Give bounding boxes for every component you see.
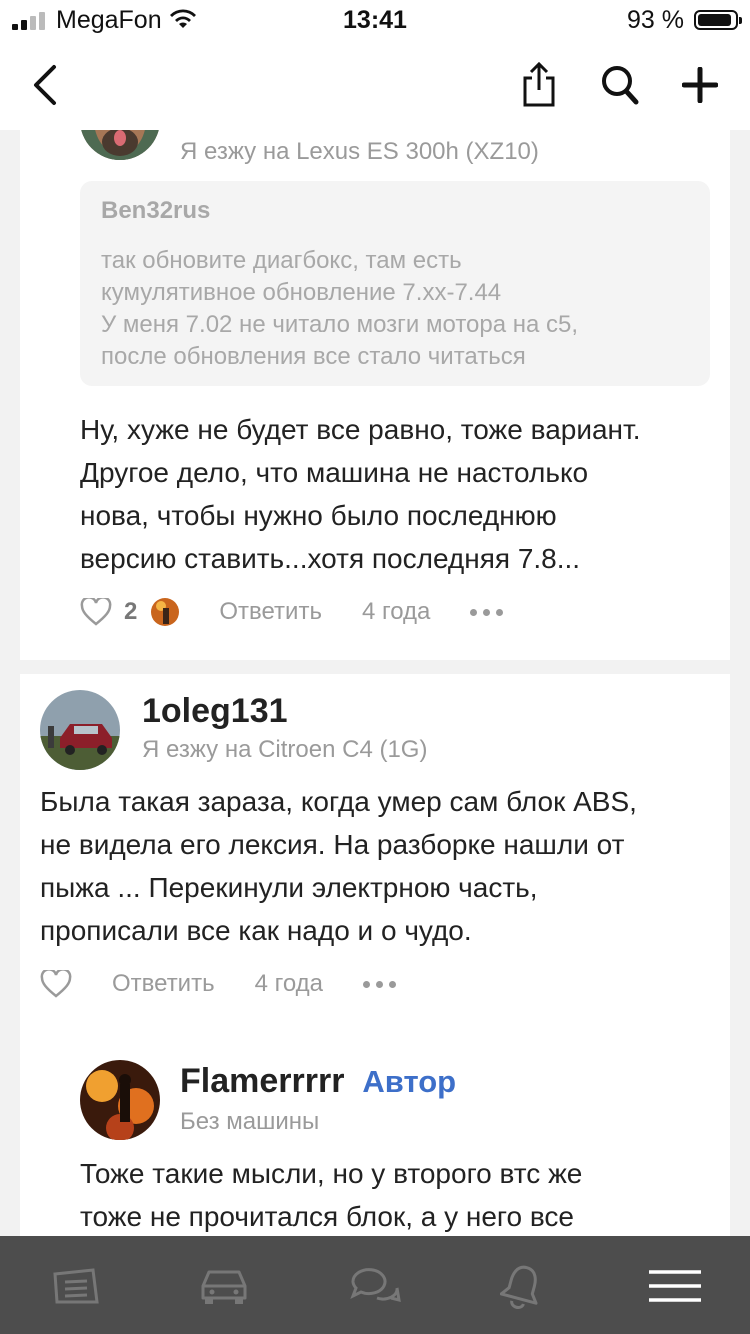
back-button[interactable] xyxy=(20,60,70,110)
comment-text: Была такая зараза, когда умер сам блок A… xyxy=(40,786,637,946)
quote-author: Ben32rus xyxy=(101,197,211,224)
battery-icon xyxy=(694,10,742,30)
bell-icon xyxy=(500,1265,538,1309)
like-button[interactable] xyxy=(40,970,72,998)
comment-time: 4 года xyxy=(254,970,324,997)
heart-icon xyxy=(80,598,112,626)
username[interactable]: Flamerrrrr xyxy=(180,1062,344,1100)
comment-actions: Ответить 4 года xyxy=(40,964,397,1004)
plus-icon xyxy=(682,67,718,103)
chevron-left-icon xyxy=(34,65,56,105)
tab-messages[interactable] xyxy=(345,1258,405,1314)
user-car: Без машины xyxy=(180,1108,320,1135)
avatar[interactable] xyxy=(80,1060,160,1140)
divider xyxy=(20,660,730,674)
search-icon xyxy=(602,66,639,105)
comment-text: Тоже такие мысли, но у второго втс же то… xyxy=(80,1158,583,1232)
battery-percent: 93 % xyxy=(627,6,684,34)
car-icon xyxy=(201,1270,247,1304)
status-bar: MegaFon 13:41 93 % xyxy=(0,0,750,40)
add-button[interactable] xyxy=(675,60,725,110)
search-button[interactable] xyxy=(595,60,645,110)
like-button[interactable]: 2 xyxy=(80,598,180,626)
feed-icon xyxy=(53,1268,99,1304)
header xyxy=(0,40,750,130)
tab-notifications[interactable] xyxy=(492,1258,552,1314)
reply-button[interactable]: Ответить xyxy=(219,598,322,626)
menu-icon xyxy=(649,1270,701,1302)
tab-menu[interactable] xyxy=(645,1258,705,1314)
share-icon xyxy=(523,62,555,107)
comments-list: Я езжу на Lexus ES 300h (XZ10) Ben32rus … xyxy=(20,130,730,1236)
username-row: Flamerrrrr Автор xyxy=(180,1062,456,1101)
chat-icon xyxy=(350,1268,401,1303)
avatar[interactable] xyxy=(80,130,160,160)
user-car: Я езжу на Lexus ES 300h (XZ10) xyxy=(180,138,539,165)
comment-time: 4 года xyxy=(361,598,431,625)
like-count: 2 xyxy=(124,598,138,625)
comment-actions: 2 Ответить 4 года xyxy=(80,592,504,632)
tab-feed[interactable] xyxy=(46,1258,106,1314)
liker-avatar xyxy=(151,598,180,626)
share-button[interactable] xyxy=(514,60,564,110)
more-icon[interactable] xyxy=(470,605,504,620)
user-car: Я езжу на Citroen C4 (1G) xyxy=(142,736,428,763)
reply-button[interactable]: Ответить xyxy=(112,970,215,998)
quote-block: Ben32rus так обновите диагбокс, там есть… xyxy=(80,181,710,386)
tab-garage[interactable] xyxy=(194,1258,254,1314)
heart-icon xyxy=(40,970,72,998)
username[interactable]: 1oleg131 xyxy=(142,692,288,731)
quote-text: так обновите диагбокс, там есть кумуляти… xyxy=(101,247,579,370)
avatar[interactable] xyxy=(40,690,120,770)
more-icon[interactable] xyxy=(363,977,397,992)
tab-bar xyxy=(0,1236,750,1334)
comment-text: Ну, хуже не будет все равно, тоже вариан… xyxy=(80,414,641,574)
author-badge: Автор xyxy=(362,1064,457,1099)
